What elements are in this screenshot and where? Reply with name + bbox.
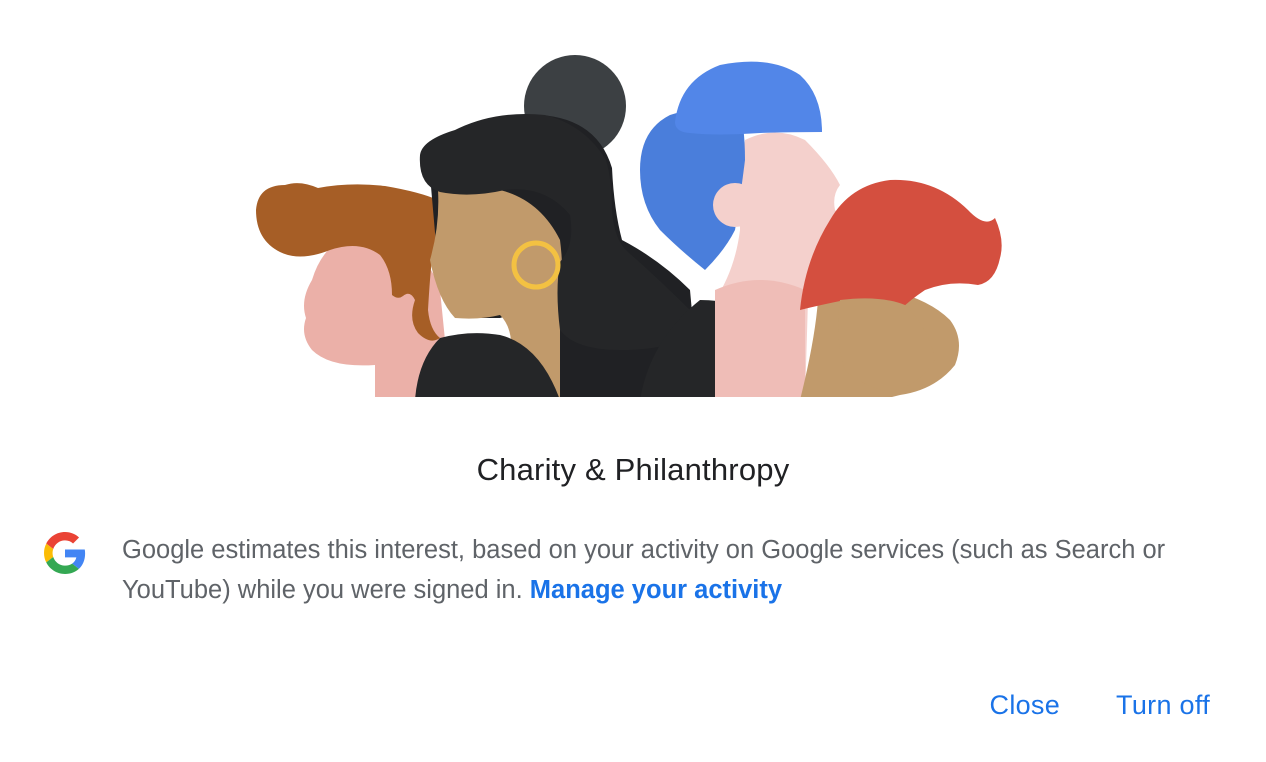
dialog-actions: Close Turn off (990, 690, 1210, 721)
interest-explanation: Google estimates this interest, based on… (122, 530, 1212, 610)
turn-off-button[interactable]: Turn off (1116, 690, 1210, 721)
people-profiles-illustration (256, 55, 1002, 397)
interest-dialog: Charity & Philanthropy Google estimates … (0, 0, 1266, 762)
google-g-icon (44, 532, 86, 574)
close-button[interactable]: Close (990, 690, 1061, 721)
manage-activity-link[interactable]: Manage your activity (530, 576, 782, 604)
dialog-title: Charity & Philanthropy (476, 452, 790, 487)
